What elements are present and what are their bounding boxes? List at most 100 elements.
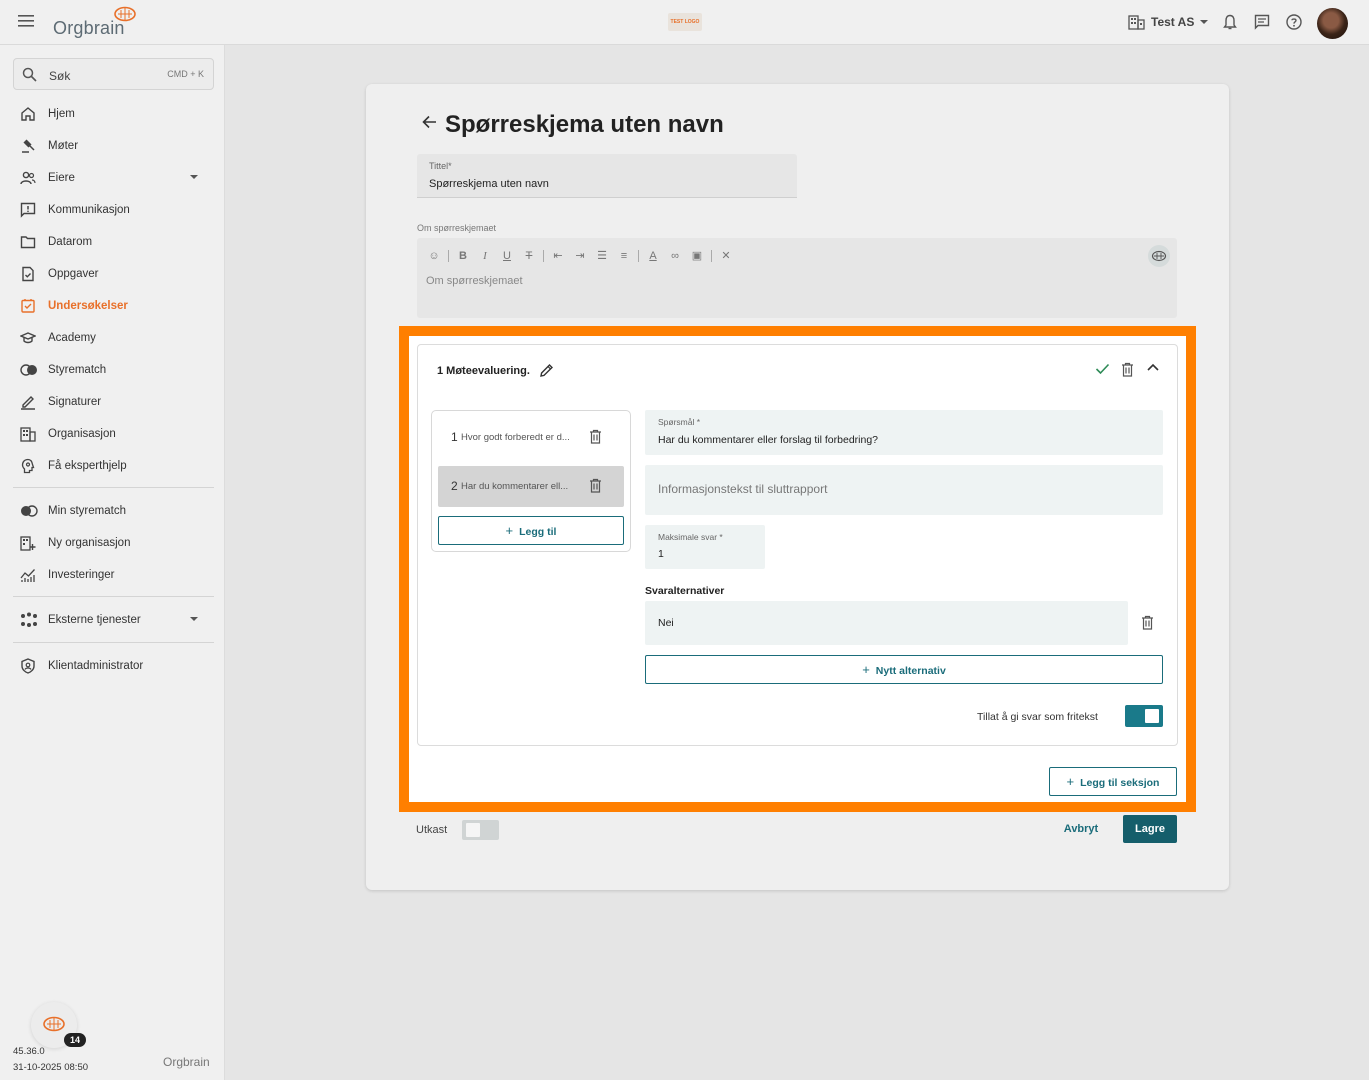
- strikethrough-icon[interactable]: T: [521, 248, 537, 264]
- numbered-list-icon[interactable]: ≡: [616, 248, 632, 264]
- sidebar-item-label: Datarom: [48, 236, 93, 248]
- folder-icon: [20, 234, 36, 250]
- organization-switcher[interactable]: Test AS: [1128, 14, 1209, 30]
- trash-icon[interactable]: [589, 429, 602, 444]
- menu-icon[interactable]: [18, 14, 34, 28]
- trash-icon[interactable]: [1121, 362, 1134, 377]
- save-button[interactable]: Lagre: [1123, 815, 1177, 843]
- sidebar-item-hjem[interactable]: Hjem: [13, 100, 214, 128]
- trash-icon[interactable]: [1141, 615, 1154, 630]
- survey-icon: [20, 298, 36, 314]
- signature-icon: [20, 394, 36, 410]
- app-version: 45.36.0: [13, 1046, 45, 1057]
- add-question-label: Legg til: [519, 526, 557, 538]
- bullet-list-icon[interactable]: ☰: [594, 248, 610, 264]
- about-editor[interactable]: ☺ B I U T ⇤ ⇥ ☰ ≡ A ∞ ▣ ✕ Om spørreskjem…: [417, 238, 1177, 318]
- check-icon[interactable]: [1095, 363, 1110, 375]
- underline-icon[interactable]: U: [499, 248, 515, 264]
- announcement-icon: [20, 202, 36, 218]
- draft-label: Utkast: [416, 824, 448, 836]
- link-icon[interactable]: ∞: [667, 248, 683, 264]
- question-item-selected[interactable]: 2 Har du kommentarer ell...: [438, 466, 624, 507]
- draft-toggle[interactable]: [462, 820, 499, 840]
- sidebar-item-datarom[interactable]: Datarom: [13, 228, 214, 256]
- freetext-toggle[interactable]: [1125, 705, 1163, 727]
- search-shortcut: CMD + K: [167, 69, 204, 79]
- sidebar-item-kommunikasjon[interactable]: Kommunikasjon: [13, 196, 214, 224]
- brain-icon: [113, 6, 137, 22]
- user-avatar[interactable]: [1317, 8, 1348, 39]
- trash-icon[interactable]: [589, 478, 602, 493]
- indent-decrease-icon[interactable]: ⇤: [550, 248, 566, 264]
- sidebar-item-moter[interactable]: Møter: [13, 132, 214, 160]
- clear-format-icon[interactable]: ✕: [718, 248, 734, 264]
- image-icon[interactable]: ▣: [689, 248, 705, 264]
- sidebar-item-label: Få eksperthjelp: [48, 460, 127, 472]
- question-number: 1: [451, 430, 458, 444]
- cancel-button[interactable]: Avbryt: [1056, 815, 1106, 843]
- sidebar-item-undersokelser[interactable]: Undersøkelser: [13, 292, 214, 320]
- emoji-icon[interactable]: ☺: [426, 248, 442, 264]
- sidebar-item-oppgaver[interactable]: Oppgaver: [13, 260, 214, 288]
- text-color-icon[interactable]: A: [645, 248, 661, 264]
- sidebar-item-investeringer[interactable]: Investeringer: [13, 561, 214, 589]
- toolbar-separator: [638, 250, 639, 262]
- report-info-placeholder: Informasjonstekst til sluttrapport: [658, 482, 828, 496]
- add-question-button[interactable]: + Legg til: [438, 516, 624, 545]
- question-field-value: Har du kommentarer eller forslag til for…: [658, 434, 879, 446]
- freetext-label: Tillat å gi svar som fritekst: [977, 711, 1098, 723]
- top-bar: Orgbrain TEST LOGO Test AS: [0, 0, 1369, 45]
- italic-icon[interactable]: I: [477, 248, 493, 264]
- title-field[interactable]: Tittel* Spørreskjema uten navn: [417, 154, 797, 198]
- max-answers-field[interactable]: Maksimale svar * 1: [645, 525, 765, 569]
- help-icon[interactable]: [1286, 14, 1302, 30]
- sidebar-item-ny-organisasjon[interactable]: Ny organisasjon: [13, 529, 214, 557]
- question-text: Hvor godt forberedt er d...: [461, 432, 570, 443]
- search-placeholder: Søk: [49, 69, 71, 83]
- pencil-icon[interactable]: [539, 363, 554, 378]
- sidebar-item-min-styrematch[interactable]: Min styrematch: [13, 497, 214, 525]
- sidebar-item-eiere[interactable]: Eiere: [13, 164, 214, 192]
- arrow-left-icon[interactable]: [422, 115, 437, 129]
- editor-toolbar: ☺ B I U T ⇤ ⇥ ☰ ≡ A ∞ ▣ ✕: [426, 248, 734, 264]
- sidebar-item-label: Ny organisasjon: [48, 537, 131, 549]
- report-info-field[interactable]: Informasjonstekst til sluttrapport: [645, 465, 1163, 515]
- sidebar: Søk CMD + K Hjem Møter Eiere Kommunikasj…: [0, 45, 225, 1080]
- question-item[interactable]: 1 Hvor godt forberedt er d...: [438, 417, 624, 458]
- add-section-label: Legg til seksjon: [1080, 777, 1160, 789]
- sidebar-item-eksterne-tjenester[interactable]: Eksterne tjenester: [13, 606, 214, 634]
- sidebar-item-label: Signaturer: [48, 396, 102, 408]
- bold-icon[interactable]: B: [455, 248, 471, 264]
- sidebar-item-signaturer[interactable]: Signaturer: [13, 388, 214, 416]
- toggle-knob: [1145, 709, 1159, 723]
- organization-icon: [20, 426, 36, 442]
- organization-name: Test AS: [1151, 15, 1195, 29]
- highlighted-section-area: 1 Møteevaluering. 1 Hvor godt forberedt …: [399, 326, 1196, 812]
- toolbar-separator: [711, 250, 712, 262]
- answer-option-field[interactable]: Nei: [645, 601, 1128, 645]
- expert-icon: [20, 458, 36, 474]
- search-input[interactable]: Søk CMD + K: [13, 58, 214, 90]
- sidebar-item-eksperthjelp[interactable]: Få eksperthjelp: [13, 452, 214, 480]
- bell-icon[interactable]: [1223, 14, 1237, 31]
- sidebar-item-organisasjon[interactable]: Organisasjon: [13, 420, 214, 448]
- build-date: 31-10-2025 08:50: [13, 1062, 89, 1073]
- sidebar-item-label: Kommunikasjon: [48, 204, 130, 216]
- new-option-button[interactable]: + Nytt alternativ: [645, 655, 1163, 684]
- question-field[interactable]: Spørsmål * Har du kommentarer eller fors…: [645, 410, 1163, 455]
- new-option-label: Nytt alternativ: [875, 665, 946, 677]
- chat-icon[interactable]: [1254, 14, 1270, 30]
- ai-assist-button[interactable]: [1148, 245, 1170, 267]
- indent-increase-icon[interactable]: ⇥: [572, 248, 588, 264]
- add-section-button[interactable]: + Legg til seksjon: [1049, 767, 1177, 796]
- caret-down-icon: [1200, 19, 1209, 25]
- sidebar-item-styrematch[interactable]: Styrematch: [13, 356, 214, 384]
- sidebar-divider: [13, 642, 214, 643]
- sidebar-item-label: Min styrematch: [48, 505, 126, 517]
- toolbar-separator: [448, 250, 449, 262]
- max-answers-value: 1: [658, 548, 664, 560]
- sidebar-item-academy[interactable]: Academy: [13, 324, 214, 352]
- chevron-up-icon[interactable]: [1147, 363, 1159, 371]
- match-icon: [20, 362, 38, 378]
- sidebar-item-klientadministrator[interactable]: Klientadministrator: [13, 652, 214, 680]
